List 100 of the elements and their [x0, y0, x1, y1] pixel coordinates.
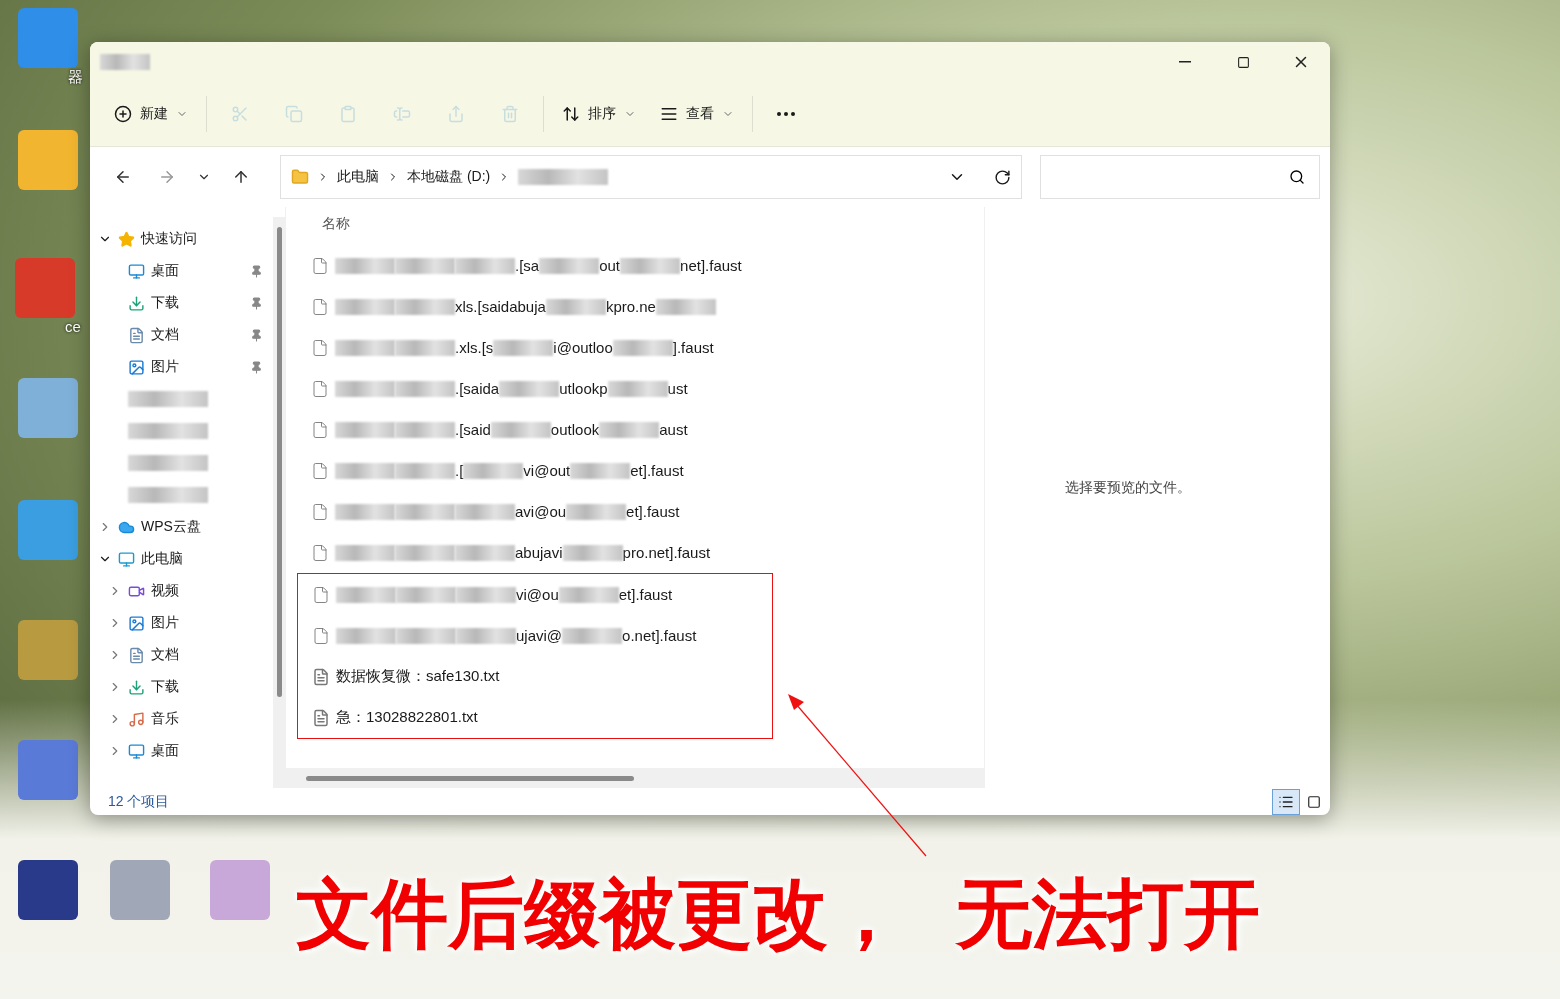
refresh-icon[interactable] — [994, 168, 1011, 186]
blurred-text — [455, 257, 515, 274]
file-name: .[ — [455, 462, 464, 479]
horizontal-scrollbar[interactable] — [286, 768, 984, 788]
file-name: .[said — [455, 421, 491, 438]
file-row[interactable]: avi@ou et].faust — [308, 491, 984, 532]
file-name: outlook — [550, 421, 600, 438]
blurred-text — [562, 544, 623, 561]
file-icon — [311, 256, 329, 275]
caption-text: 无法打开 — [956, 870, 1260, 958]
blurred-text — [655, 298, 716, 315]
file-name: et].faust — [626, 503, 680, 520]
search-icon — [1289, 169, 1305, 185]
sidebar-item[interactable]: 此电脑 — [90, 543, 273, 575]
file-name: i@outloo — [553, 339, 613, 356]
file-row[interactable]: vi@ou et].faust — [309, 574, 772, 615]
scrollbar[interactable] — [273, 217, 285, 788]
desktop-icon-label: ce — [65, 318, 81, 335]
file-name: et].faust — [618, 586, 673, 603]
sidebar-item[interactable]: 桌面 — [90, 255, 273, 287]
file-row[interactable]: ujavi@ o.net].faust — [309, 615, 772, 656]
search-field[interactable] — [1040, 155, 1320, 199]
file-row[interactable]: .[saida utlookp ust — [308, 368, 984, 409]
column-header[interactable]: 名称 — [308, 215, 984, 245]
download-icon — [128, 294, 145, 312]
blurred-text — [455, 503, 515, 520]
blurred-text — [456, 586, 516, 603]
file-icon — [311, 338, 329, 357]
breadcrumb[interactable]: 此电脑 — [337, 168, 379, 186]
file-name: abujavi — [515, 544, 563, 561]
sidebar-item[interactable]: WPS云盘 — [90, 511, 273, 543]
item-count: 12 个项目 — [108, 792, 170, 811]
blurred-text — [562, 627, 623, 644]
desktop-icon[interactable] — [18, 740, 78, 800]
blurred-text — [335, 257, 395, 274]
desktop-icon[interactable] — [18, 130, 78, 190]
sidebar-item[interactable]: 音乐 — [90, 703, 273, 735]
sidebar-item[interactable]: 下载 — [90, 287, 273, 319]
document-icon — [128, 646, 145, 664]
desktop-icon[interactable] — [18, 378, 78, 438]
address-bar[interactable]: 此电脑 本地磁盘 (D:) — [280, 155, 1022, 199]
desktop-icon[interactable] — [18, 8, 78, 68]
desktop-icon[interactable] — [210, 860, 270, 920]
file-row[interactable]: 急：13028822801.txt — [309, 697, 772, 738]
picture-icon — [128, 614, 145, 632]
details-view-button[interactable] — [1272, 788, 1300, 815]
file-name: ust — [667, 380, 688, 397]
file-name: vi@ou — [516, 586, 559, 603]
file-row[interactable]: .[said outlook aust — [308, 409, 984, 450]
blurred-text — [607, 380, 668, 397]
minimize-icon — [1179, 61, 1191, 63]
new-button[interactable]: 新建 — [104, 94, 198, 134]
blurred-text — [570, 462, 631, 479]
sidebar-item[interactable]: 视频 — [90, 575, 273, 607]
blurred-text — [539, 257, 600, 274]
blurred-text — [463, 462, 524, 479]
blurred-text — [456, 627, 516, 644]
file-name: out — [599, 257, 621, 274]
desktop-icon[interactable] — [18, 620, 78, 680]
file-row[interactable]: xls.[saidabuja kpro.ne — [308, 286, 984, 327]
computer-icon — [118, 550, 135, 568]
blurred-text — [599, 421, 660, 438]
desktop-icon[interactable] — [18, 500, 78, 560]
file-row[interactable]: 数据恢复微：safe130.txt — [309, 656, 772, 697]
sidebar-item[interactable]: 桌面 — [90, 735, 273, 767]
file-row[interactable]: .[sa out net].faust — [308, 245, 984, 286]
sidebar-item[interactable]: 图片 — [90, 351, 273, 383]
blurred-text — [335, 380, 395, 397]
forward-arrow-icon — [158, 168, 176, 186]
file-icon — [311, 379, 329, 398]
desktop-icon[interactable] — [110, 860, 170, 920]
sidebar-item[interactable]: 下载 — [90, 671, 273, 703]
file-icon — [312, 585, 330, 604]
file-name: ujavi@ — [516, 627, 563, 644]
sidebar-item[interactable]: 快速访问 — [90, 223, 273, 255]
sidebar-item[interactable]: 文档 — [90, 319, 273, 351]
sidebar-item[interactable]: 图片 — [90, 607, 273, 639]
file-row[interactable]: abujavi pro.net].faust — [308, 532, 984, 573]
picture-icon — [128, 358, 145, 376]
blurred-text — [612, 339, 673, 356]
sidebar-item[interactable]: 文档 — [90, 639, 273, 671]
file-icon — [311, 543, 329, 562]
star-icon — [118, 230, 135, 248]
blurred-text — [336, 627, 396, 644]
desktop-icon[interactable] — [18, 860, 78, 920]
desktop-icon[interactable] — [15, 258, 75, 318]
file-name: aust — [659, 421, 688, 438]
maximize-icon — [1236, 55, 1250, 69]
blurred-text — [395, 544, 455, 561]
file-row[interactable]: .xls.[s i@outloo ].faust — [308, 327, 984, 368]
file-name: o.net].faust — [622, 627, 697, 644]
sort-button[interactable]: 排序 — [552, 94, 646, 134]
file-name: ].faust — [672, 339, 714, 356]
blurred-text — [545, 298, 606, 315]
breadcrumb[interactable]: 本地磁盘 (D:) — [407, 168, 491, 186]
file-row[interactable]: .[ vi@out et].faust — [308, 450, 984, 491]
file-name: net].faust — [680, 257, 742, 274]
view-button[interactable]: 查看 — [650, 94, 744, 134]
file-name: utlookp — [559, 380, 608, 397]
blurred-text — [335, 544, 395, 561]
